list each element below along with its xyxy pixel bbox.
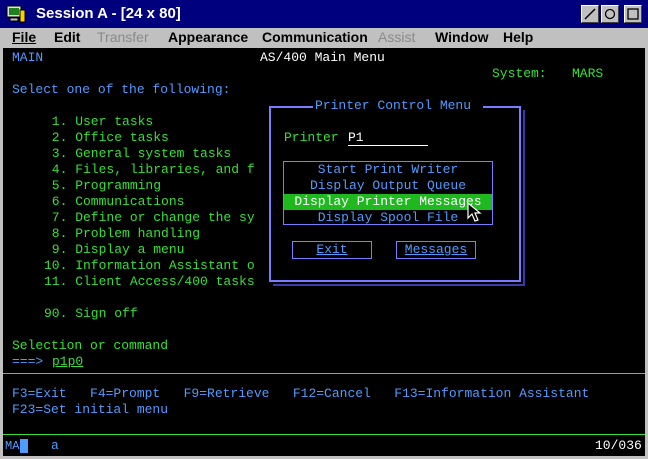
messages-button[interactable]: Messages	[396, 241, 476, 259]
function-keys-line2[interactable]: F23=Set initial menu	[12, 402, 168, 418]
status-cursor-block	[20, 439, 28, 453]
main-option[interactable]: 9. Display a menu	[44, 242, 185, 258]
main-option[interactable]: 10. Information Assistant o	[44, 258, 255, 274]
printer-options-list: Start Print Writer Display Output Queue …	[283, 161, 493, 225]
command-underline	[3, 373, 645, 374]
maximize-button[interactable]	[601, 5, 619, 23]
option-display-printer-messages[interactable]: Display Printer Messages	[284, 194, 492, 210]
menu-transfer[interactable]: Transfer	[97, 29, 149, 45]
session-app-icon[interactable]	[6, 4, 26, 24]
status-input-mode: a	[51, 438, 59, 453]
menu-communication[interactable]: Communication	[262, 29, 368, 45]
main-option[interactable]: 11. Client Access/400 tasks	[44, 274, 255, 290]
close-button[interactable]	[624, 5, 642, 23]
minimize-icon	[584, 8, 596, 20]
maximize-icon	[604, 8, 616, 20]
system-value: MARS	[572, 66, 604, 81]
function-keys-line1[interactable]: F3=Exit F4=Prompt F9=Retrieve F12=Cancel…	[12, 386, 589, 402]
status-separator	[3, 434, 645, 435]
signoff-option[interactable]: 90. Sign off	[44, 306, 138, 322]
screen-title: AS/400 Main Menu	[260, 50, 385, 65]
exit-button[interactable]: Exit	[292, 241, 372, 259]
menu-assist[interactable]: Assist	[378, 29, 415, 45]
menu-help[interactable]: Help	[503, 29, 533, 45]
main-option[interactable]: 3. General system tasks	[44, 146, 231, 162]
menu-file[interactable]: File	[12, 29, 36, 45]
command-input[interactable]: p1p0	[52, 354, 83, 370]
main-option[interactable]: 7. Define or change the sy	[44, 210, 255, 226]
printer-input-underline	[348, 145, 428, 146]
menu-id: MAIN	[12, 50, 44, 65]
printer-label: Printer	[284, 130, 339, 145]
menu-appearance[interactable]: Appearance	[168, 29, 248, 45]
main-option[interactable]: 1. User tasks	[44, 114, 153, 130]
menu-window[interactable]: Window	[435, 29, 489, 45]
window-title: Session A - [24 x 80]	[36, 5, 181, 22]
main-option[interactable]: 5. Programming	[44, 178, 161, 194]
status-session-indicator: MA	[5, 439, 20, 453]
main-option[interactable]: 6. Communications	[44, 194, 185, 210]
close-icon	[627, 8, 639, 20]
printer-input[interactable]: P1	[348, 130, 364, 146]
select-prompt: Select one of the following:	[12, 82, 231, 97]
cursor-position: 10/036	[595, 438, 642, 453]
popup-title: Printer Control Menu	[315, 98, 472, 113]
mouse-pointer-icon	[467, 202, 482, 222]
command-arrow: ===>	[12, 354, 44, 369]
status-bar: MA a 10/036	[3, 434, 645, 456]
main-option[interactable]: 2. Office tasks	[44, 130, 169, 146]
option-start-print-writer[interactable]: Start Print Writer	[284, 162, 492, 178]
option-display-spool-file[interactable]: Display Spool File	[284, 210, 492, 226]
main-option[interactable]: 4. Files, libraries, and f	[44, 162, 255, 178]
option-display-output-queue[interactable]: Display Output Queue	[284, 178, 492, 194]
selection-label: Selection or command	[12, 338, 169, 353]
system-label: System:	[492, 66, 547, 81]
terminal-screen[interactable]: MAIN AS/400 Main Menu System: MARS Selec…	[3, 48, 645, 434]
minimize-button[interactable]	[581, 5, 599, 23]
menu-edit[interactable]: Edit	[54, 29, 80, 45]
main-option[interactable]: 8. Problem handling	[44, 226, 200, 242]
